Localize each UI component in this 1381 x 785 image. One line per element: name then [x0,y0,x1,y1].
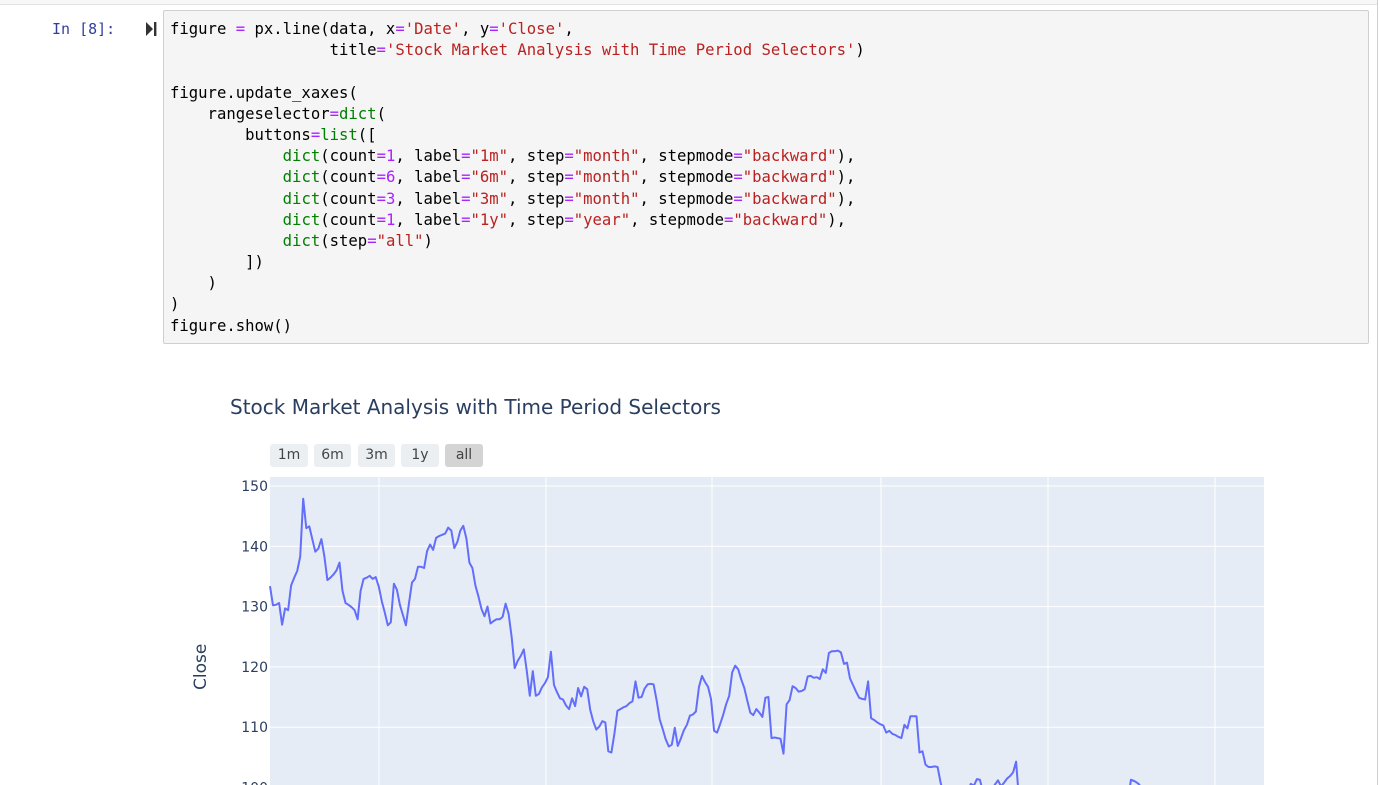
y-tick-label: 110 [241,720,268,736]
close-price-line [269,497,1141,785]
y-tick-label: 130 [241,600,268,616]
y-tick-label: 120 [241,660,268,676]
y-tick-label: 140 [241,539,268,555]
line-chart: 100 110 120 130 140 150 [241,477,1264,785]
y-tick-label: 100 [241,781,268,785]
y-tick-label: 150 [241,479,268,495]
